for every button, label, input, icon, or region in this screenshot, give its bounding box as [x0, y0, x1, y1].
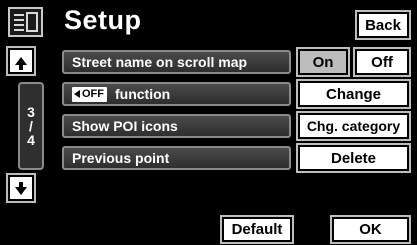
off-chip-label: OFF	[82, 88, 104, 100]
setting-row-street-name: Street name on scroll map	[62, 50, 291, 74]
scroll-up-button[interactable]	[8, 48, 34, 74]
scroll-down-button[interactable]	[8, 175, 34, 201]
page-total: 4	[27, 132, 35, 148]
setup-screen: Setup Back 3 / 4 Street name on scroll m…	[0, 0, 417, 245]
setting-row-previous-point: Previous point	[62, 146, 291, 170]
list-icon[interactable]	[8, 7, 43, 37]
page-title: Setup	[64, 5, 142, 35]
chg-category-button[interactable]: Chg. category	[298, 113, 409, 139]
back-button[interactable]: Back	[357, 12, 409, 38]
setting-label: Street name on scroll map	[72, 54, 248, 70]
default-button[interactable]: Default	[222, 217, 292, 242]
list-lines	[14, 14, 24, 34]
page-current: 3	[27, 104, 35, 120]
ok-button[interactable]: OK	[332, 217, 409, 242]
setting-label: function	[115, 86, 171, 102]
arrow-up-icon	[15, 57, 27, 70]
left-triangle-icon	[74, 90, 80, 98]
setting-row-off-function: OFF function	[62, 82, 291, 106]
page-separator: /	[29, 118, 33, 134]
setting-row-poi-icons: Show POI icons	[62, 114, 291, 138]
setting-label: Show POI icons	[72, 118, 178, 134]
arrow-down-icon	[15, 182, 27, 195]
change-button[interactable]: Change	[298, 81, 409, 107]
off-chip: OFF	[72, 86, 107, 102]
delete-button[interactable]: Delete	[298, 145, 409, 171]
page-indicator: 3 / 4	[18, 82, 44, 170]
on-button[interactable]: On	[298, 49, 348, 75]
off-button[interactable]: Off	[355, 49, 409, 75]
setting-label: Previous point	[72, 150, 170, 166]
list-pane	[26, 12, 38, 32]
